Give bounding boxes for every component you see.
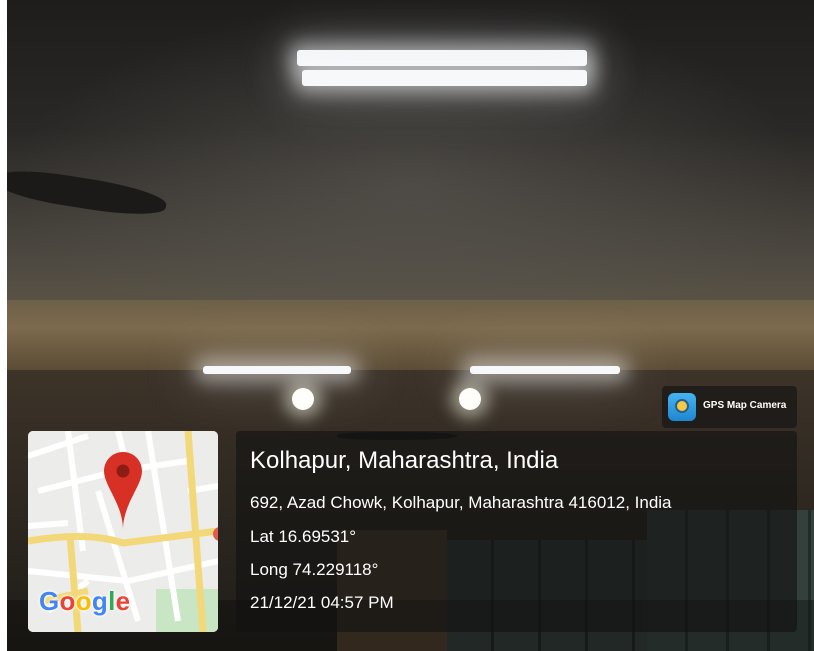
ceiling-beam <box>7 300 814 370</box>
ceiling <box>7 0 814 310</box>
location-address: 692, Azad Chowk, Kolhapur, Maharashtra 4… <box>250 493 672 512</box>
google-logo-letter: e <box>115 586 131 616</box>
tube-light-top <box>297 50 587 66</box>
timestamp-text: 21/12/21 04:57 PM <box>250 593 394 612</box>
app-name: GPS Map Camera <box>703 400 787 411</box>
screenshot-canvas: GPS Map Camera Google Kolhapur, Maharash… <box>0 0 814 651</box>
location-info-panel: Kolhapur, Maharashtra, India 692, Azad C… <box>236 431 797 632</box>
bulb-right <box>459 388 481 410</box>
tube-light-top-2 <box>302 70 587 86</box>
google-logo-letter: o <box>75 586 92 616</box>
google-logo-letter: l <box>108 586 116 616</box>
gps-map-camera-icon <box>668 393 696 421</box>
longitude-text: Long 74.229118° <box>250 560 379 579</box>
google-logo-letter: G <box>39 586 60 616</box>
google-logo-letter: o <box>59 586 76 616</box>
map-thumbnail[interactable]: Google <box>28 431 218 632</box>
location-title: Kolhapur, Maharashtra, India <box>250 447 559 474</box>
tube-light-right <box>470 366 620 374</box>
camera-lens-icon <box>675 399 689 413</box>
bulb-left <box>292 388 314 410</box>
latitude-text: Lat 16.69531° <box>250 527 357 546</box>
google-logo: Google <box>39 586 130 617</box>
map-pin-icon <box>104 452 142 530</box>
tube-light-left <box>203 366 351 374</box>
google-logo-letter: g <box>91 586 109 616</box>
app-badge: GPS Map Camera <box>662 386 797 428</box>
